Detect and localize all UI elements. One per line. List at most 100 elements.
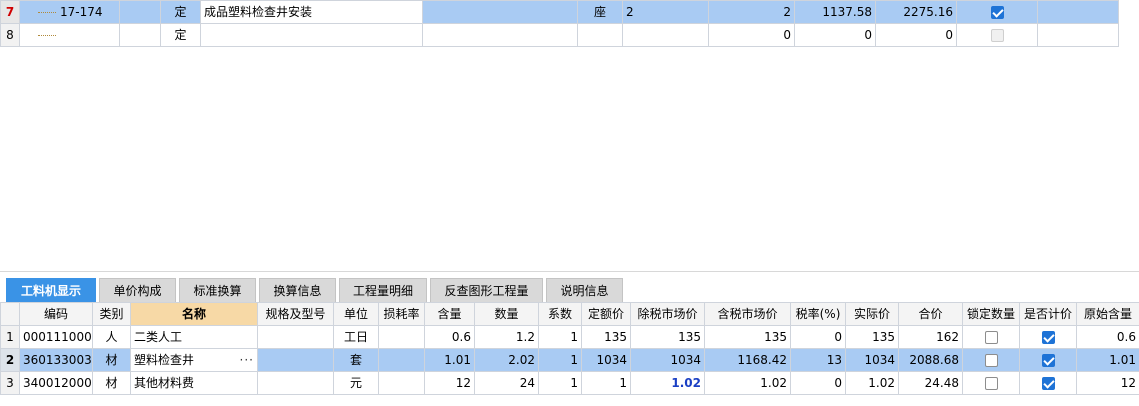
header-total[interactable]: 合价	[898, 302, 963, 326]
header-content[interactable]: 含量	[424, 302, 475, 326]
header-quantity[interactable]: 数量	[474, 302, 539, 326]
quota-qty-expr[interactable]: 2	[622, 0, 709, 24]
resource-actual-price[interactable]: 1034	[845, 348, 899, 372]
row-index[interactable]: 7	[0, 0, 20, 24]
resource-ex-tax-price[interactable]: 135	[630, 325, 705, 349]
quota-total[interactable]: 2275.16	[875, 0, 957, 24]
header-coefficient[interactable]: 系数	[538, 302, 582, 326]
is-priced-cell[interactable]	[1019, 325, 1077, 349]
resource-name[interactable]: 其他材料费	[130, 371, 258, 395]
resource-content[interactable]: 12	[424, 371, 475, 395]
resource-category[interactable]: 材	[92, 371, 131, 395]
row-index[interactable]: 2	[0, 348, 20, 372]
header-loss-rate[interactable]: 损耗率	[378, 302, 425, 326]
quota-row[interactable]: 8 定 0 0 0	[0, 23, 1119, 47]
resource-ex-tax-price[interactable]: 1034	[630, 348, 705, 372]
is-priced-cell[interactable]	[1019, 371, 1077, 395]
tab-description[interactable]: 说明信息	[546, 278, 623, 302]
resource-category[interactable]: 人	[92, 325, 131, 349]
resource-total[interactable]: 2088.68	[898, 348, 963, 372]
resource-total[interactable]: 24.48	[898, 371, 963, 395]
checkbox-icon[interactable]	[984, 377, 998, 390]
quota-total[interactable]: 0	[875, 23, 957, 47]
resource-coefficient[interactable]: 1	[538, 348, 582, 372]
header-tax-rate[interactable]: 税率(%)	[790, 302, 846, 326]
resource-row[interactable]: 1 0001110003 人 二类人工 工日 0.6 1.2 1 135 135…	[0, 325, 1139, 349]
quota-spec[interactable]	[422, 23, 578, 47]
resource-quantity[interactable]: 24	[474, 371, 539, 395]
resource-name[interactable]: 二类人工	[130, 325, 258, 349]
resource-unit[interactable]: 元	[333, 371, 379, 395]
resource-spec[interactable]	[257, 348, 334, 372]
header-quota-price[interactable]: 定额价	[581, 302, 631, 326]
resource-original-content[interactable]: 1.01	[1076, 348, 1139, 372]
resource-quota-price[interactable]: 135	[581, 325, 631, 349]
resource-content[interactable]: 1.01	[424, 348, 475, 372]
checkbox-icon[interactable]	[1041, 377, 1055, 390]
quota-code[interactable]: 17-174	[19, 0, 120, 24]
quota-check-cell[interactable]	[956, 23, 1038, 47]
resource-actual-price[interactable]: 1.02	[845, 371, 899, 395]
resource-tax-rate[interactable]: 0	[790, 371, 846, 395]
checkbox-icon[interactable]	[1041, 354, 1055, 367]
header-is-priced[interactable]: 是否计价	[1019, 302, 1077, 326]
resource-quota-price[interactable]: 1	[581, 371, 631, 395]
resource-loss-rate[interactable]	[378, 348, 425, 372]
checkbox-icon[interactable]	[984, 331, 998, 344]
header-unit[interactable]: 单位	[333, 302, 379, 326]
resource-original-content[interactable]: 0.6	[1076, 325, 1139, 349]
resource-row[interactable]: 2 3601330039 材 塑料检查井 ··· 套 1.01 2.02 1 10…	[0, 348, 1139, 372]
quota-qty[interactable]: 0	[708, 23, 795, 47]
row-index[interactable]: 8	[0, 23, 20, 47]
header-category[interactable]: 类别	[92, 302, 131, 326]
resource-code[interactable]: 0001110003	[19, 325, 93, 349]
quota-name[interactable]	[200, 23, 423, 47]
resource-in-tax-price[interactable]: 135	[704, 325, 791, 349]
header-lock-qty[interactable]: 锁定数量	[962, 302, 1020, 326]
header-spec[interactable]: 规格及型号	[257, 302, 334, 326]
quota-unit[interactable]: 座	[577, 0, 623, 24]
resource-ex-tax-price[interactable]: 1.02	[630, 371, 705, 395]
quota-unit[interactable]	[577, 23, 623, 47]
resource-coefficient[interactable]: 1	[538, 325, 582, 349]
resource-code[interactable]: 3601330039	[19, 348, 93, 372]
quota-name[interactable]: 成品塑料检查井安装	[200, 0, 423, 24]
resource-spec[interactable]	[257, 371, 334, 395]
quota-check-cell[interactable]	[956, 0, 1038, 24]
quota-qty-expr[interactable]	[622, 23, 709, 47]
row-index[interactable]: 3	[0, 371, 20, 395]
quota-extra-cell[interactable]	[1037, 23, 1119, 47]
quota-qty[interactable]: 2	[708, 0, 795, 24]
tab-graphic-quantity[interactable]: 反查图形工程量	[430, 278, 543, 302]
resource-spec[interactable]	[257, 325, 334, 349]
checkbox-icon[interactable]	[1041, 331, 1055, 344]
is-priced-cell[interactable]	[1019, 348, 1077, 372]
lock-qty-cell[interactable]	[962, 371, 1020, 395]
tab-labor-material-machine[interactable]: 工料机显示	[6, 278, 96, 302]
quota-empty-cell[interactable]	[119, 23, 161, 47]
ellipsis-icon[interactable]: ···	[240, 350, 254, 371]
resource-category[interactable]: 材	[92, 348, 131, 372]
resource-original-content[interactable]: 12	[1076, 371, 1139, 395]
quota-empty-cell[interactable]	[119, 0, 161, 24]
header-ex-tax-price[interactable]: 除税市场价	[630, 302, 705, 326]
header-original-content[interactable]: 原始含量	[1076, 302, 1139, 326]
resource-quota-price[interactable]: 1034	[581, 348, 631, 372]
header-actual-price[interactable]: 实际价	[845, 302, 899, 326]
resource-total[interactable]: 162	[898, 325, 963, 349]
resource-loss-rate[interactable]	[378, 325, 425, 349]
resource-quantity[interactable]: 1.2	[474, 325, 539, 349]
quota-extra-cell[interactable]	[1037, 0, 1119, 24]
resource-actual-price[interactable]: 135	[845, 325, 899, 349]
resource-content[interactable]: 0.6	[424, 325, 475, 349]
header-name[interactable]: 名称	[130, 302, 258, 326]
resource-code[interactable]: 3400120001	[19, 371, 93, 395]
quota-type[interactable]: 定	[160, 23, 201, 47]
resource-unit[interactable]: 工日	[333, 325, 379, 349]
checkbox-icon[interactable]	[990, 6, 1004, 19]
tab-conversion-info[interactable]: 换算信息	[259, 278, 336, 302]
tab-standard-conversion[interactable]: 标准换算	[179, 278, 256, 302]
resource-coefficient[interactable]: 1	[538, 371, 582, 395]
resource-in-tax-price[interactable]: 1.02	[704, 371, 791, 395]
tab-quantity-detail[interactable]: 工程量明细	[339, 278, 427, 302]
